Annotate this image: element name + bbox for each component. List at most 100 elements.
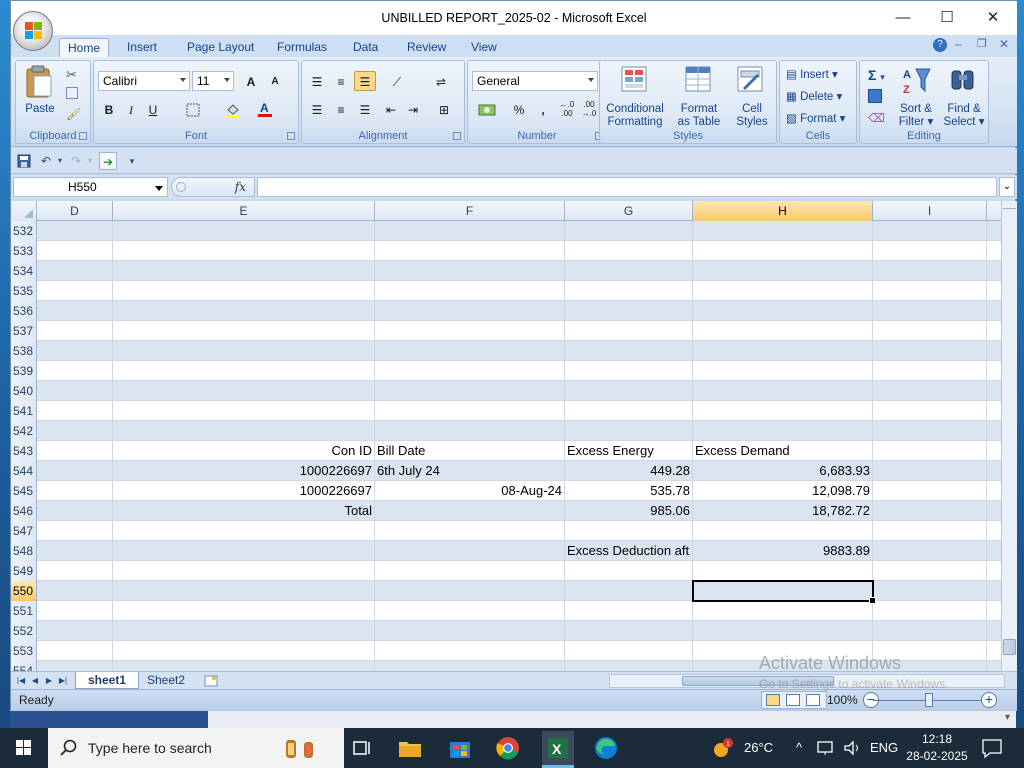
- office-button[interactable]: [13, 11, 53, 51]
- cell-e551[interactable]: [113, 601, 375, 621]
- cell-styles-button[interactable]: Cell Styles: [730, 103, 774, 129]
- paste-icon[interactable]: [24, 65, 54, 99]
- cell-e534[interactable]: [113, 261, 375, 281]
- network-icon[interactable]: [816, 738, 836, 758]
- underline-button[interactable]: U: [142, 99, 164, 119]
- workbook-close-icon[interactable]: ✕: [999, 37, 1009, 51]
- cell-g544[interactable]: 449.28: [565, 461, 693, 481]
- cell-i535[interactable]: [873, 281, 987, 301]
- cell-d548[interactable]: [37, 541, 113, 561]
- excel-taskbar-icon[interactable]: X: [542, 731, 574, 765]
- cell-i551[interactable]: [873, 601, 987, 621]
- cell-d539[interactable]: [37, 361, 113, 381]
- cell-g534[interactable]: [565, 261, 693, 281]
- row-header[interactable]: 542: [11, 421, 37, 441]
- bold-button[interactable]: B: [98, 99, 120, 119]
- clear-icon[interactable]: ⌫: [868, 111, 885, 125]
- tab-data[interactable]: Data: [345, 38, 386, 57]
- orientation-icon[interactable]: ⟋: [382, 71, 412, 91]
- cell-f545[interactable]: 08-Aug-24: [375, 481, 565, 501]
- cell-e544[interactable]: 1000226697: [113, 461, 375, 481]
- cell-e546[interactable]: Total: [113, 501, 375, 521]
- ribbon-minimize-icon[interactable]: –: [955, 37, 962, 51]
- italic-button[interactable]: I: [120, 99, 142, 119]
- font-color-icon[interactable]: A: [254, 99, 276, 119]
- decrease-indent-icon[interactable]: ⇤: [380, 99, 402, 119]
- align-left-icon[interactable]: ☰: [306, 99, 328, 119]
- column-header-d[interactable]: D: [37, 201, 113, 221]
- cell-f553[interactable]: [375, 641, 565, 661]
- row-header[interactable]: 547: [11, 521, 37, 541]
- cell-g546[interactable]: 985.06: [565, 501, 693, 521]
- cell-i549[interactable]: [873, 561, 987, 581]
- cell-d537[interactable]: [37, 321, 113, 341]
- cell-e543[interactable]: Con ID: [113, 441, 375, 461]
- split-box-icon[interactable]: [1003, 201, 1016, 209]
- row-header[interactable]: 536: [11, 301, 37, 321]
- clock[interactable]: 12:18 28-02-2025: [902, 731, 972, 765]
- customize-qat-icon[interactable]: ▾: [123, 152, 141, 170]
- cell-i534[interactable]: [873, 261, 987, 281]
- cell-d534[interactable]: [37, 261, 113, 281]
- cell-h549[interactable]: [693, 561, 873, 581]
- run-icon[interactable]: ➔: [99, 152, 117, 170]
- cell-g541[interactable]: [565, 401, 693, 421]
- cell-h535[interactable]: [693, 281, 873, 301]
- cell-d535[interactable]: [37, 281, 113, 301]
- format-cells-button[interactable]: ▧ Format ▾: [786, 111, 845, 125]
- cell-styles-icon[interactable]: [736, 65, 766, 95]
- cell-d545[interactable]: [37, 481, 113, 501]
- cell-g535[interactable]: [565, 281, 693, 301]
- cell-e538[interactable]: [113, 341, 375, 361]
- cell-g538[interactable]: [565, 341, 693, 361]
- font-size-combo[interactable]: 11: [192, 71, 234, 91]
- cell-f551[interactable]: [375, 601, 565, 621]
- cell-i538[interactable]: [873, 341, 987, 361]
- row-header[interactable]: 538: [11, 341, 37, 361]
- tab-insert[interactable]: Insert: [119, 38, 165, 57]
- cell-e539[interactable]: [113, 361, 375, 381]
- cell-g552[interactable]: [565, 621, 693, 641]
- find-select-button[interactable]: Find & Select ▾: [942, 103, 986, 129]
- formula-input[interactable]: [257, 177, 997, 197]
- decrease-decimal-icon[interactable]: .00 →.0: [578, 99, 600, 119]
- insert-sheet-icon[interactable]: [203, 674, 219, 688]
- merge-center-icon[interactable]: ⊞: [430, 99, 458, 119]
- cell-f534[interactable]: [375, 261, 565, 281]
- row-header[interactable]: 549: [11, 561, 37, 581]
- chrome-icon[interactable]: [494, 734, 522, 762]
- page-break-view-icon[interactable]: [806, 694, 820, 706]
- formula-expand-icon[interactable]: ⌄: [999, 177, 1015, 197]
- cell-i541[interactable]: [873, 401, 987, 421]
- cell-h546[interactable]: 18,782.72: [693, 501, 873, 521]
- row-header[interactable]: 552: [11, 621, 37, 641]
- shrink-font-button[interactable]: A: [264, 71, 286, 91]
- worksheet-grid[interactable]: DEFGHI 532 533 534 535 536 537 538 539 540 541 542…: [11, 201, 1001, 671]
- cell-g549[interactable]: [565, 561, 693, 581]
- cell-f554[interactable]: [375, 661, 565, 671]
- clipboard-launcher-icon[interactable]: [79, 132, 87, 140]
- cell-e533[interactable]: [113, 241, 375, 261]
- cell-g543[interactable]: Excess Energy: [565, 441, 693, 461]
- cell-g550[interactable]: [565, 581, 693, 601]
- column-header-i[interactable]: I: [873, 201, 987, 221]
- cut-icon[interactable]: ✂: [66, 67, 77, 83]
- formula-bar-expand-handle-icon[interactable]: [176, 182, 186, 192]
- currency-format-icon[interactable]: [472, 99, 502, 119]
- tab-formulas[interactable]: Formulas: [269, 38, 335, 57]
- cell-i537[interactable]: [873, 321, 987, 341]
- tab-home[interactable]: Home: [59, 38, 110, 57]
- row-header[interactable]: 535: [11, 281, 37, 301]
- fill-color-icon[interactable]: [222, 99, 244, 119]
- cell-f535[interactable]: [375, 281, 565, 301]
- cell-g547[interactable]: [565, 521, 693, 541]
- row-header[interactable]: 544: [11, 461, 37, 481]
- cell-h533[interactable]: [693, 241, 873, 261]
- cell-f550[interactable]: [375, 581, 565, 601]
- language-indicator[interactable]: ENG: [870, 740, 898, 755]
- volume-icon[interactable]: [842, 738, 862, 758]
- cell-d552[interactable]: [37, 621, 113, 641]
- microsoft-store-icon[interactable]: [446, 734, 474, 762]
- cell-e545[interactable]: 1000226697: [113, 481, 375, 501]
- format-painter-icon[interactable]: 🖌: [66, 107, 81, 121]
